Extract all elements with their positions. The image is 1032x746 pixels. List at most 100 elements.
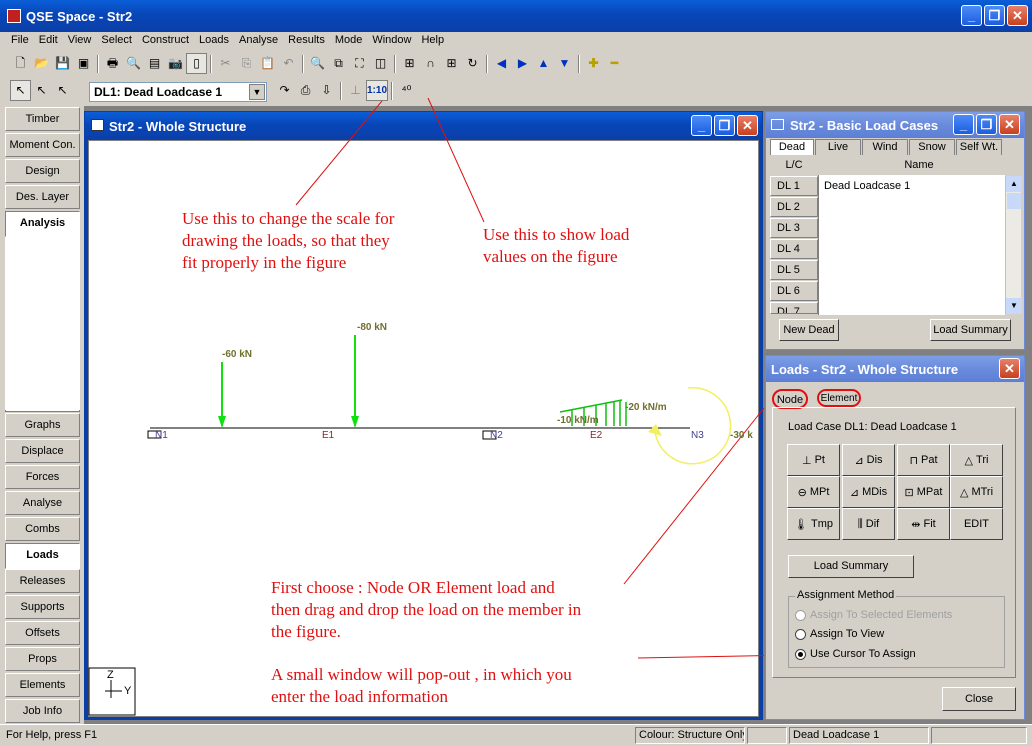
sidebar-item-job-info[interactable]: Job Info bbox=[5, 699, 80, 723]
save-as-icon[interactable]: ▣ bbox=[73, 53, 94, 74]
menu-file[interactable]: File bbox=[6, 34, 34, 46]
row-dl1[interactable]: DL 1 bbox=[770, 176, 818, 196]
differential-load-button[interactable]: ⫼ Dif bbox=[842, 508, 895, 540]
row-dl2[interactable]: DL 2 bbox=[770, 197, 818, 217]
structure-close-button[interactable]: ✕ bbox=[737, 115, 758, 136]
arrow-right-icon[interactable]: ▶ bbox=[512, 53, 533, 74]
cube-icon[interactable]: ◫ bbox=[370, 53, 391, 74]
menu-view[interactable]: View bbox=[63, 34, 97, 46]
structure-minimize-button[interactable]: _ bbox=[691, 115, 712, 136]
moment-triangular-button[interactable]: △ MTri bbox=[950, 476, 1003, 508]
zoom-in-icon[interactable]: 🔍 bbox=[307, 53, 328, 74]
load-cases-scrollbar[interactable]: ▲ ▼ bbox=[1005, 176, 1022, 314]
close-button[interactable]: ✕ bbox=[1007, 5, 1028, 26]
panel-toggle-icon[interactable]: ▯ bbox=[186, 53, 207, 74]
sidebar-item-analyse[interactable]: Analyse bbox=[5, 491, 80, 515]
sidebar-item-moment-con[interactable]: Moment Con. bbox=[5, 133, 80, 157]
sidebar-item-props[interactable]: Props bbox=[5, 647, 80, 671]
sidebar-item-analysis[interactable]: Analysis bbox=[5, 211, 80, 237]
sidebar-item-des-layer[interactable]: Des. Layer bbox=[5, 185, 80, 209]
sidebar-item-displace[interactable]: Displace bbox=[5, 439, 80, 463]
new-file-icon[interactable]: 🗋 bbox=[10, 53, 31, 74]
select-element-icon[interactable]: ↖ bbox=[31, 80, 52, 101]
model-icon[interactable]: ⛶ bbox=[349, 53, 370, 74]
menu-loads[interactable]: Loads bbox=[194, 34, 234, 46]
undo-icon[interactable]: ↶ bbox=[278, 53, 299, 74]
option-assign-to-view[interactable]: Assign To View bbox=[795, 628, 884, 640]
edit-load-button[interactable]: EDIT bbox=[950, 508, 1003, 540]
open-folder-icon[interactable]: 📂 bbox=[31, 53, 52, 74]
row-dl7[interactable]: DL 7 bbox=[770, 302, 818, 314]
paste-icon[interactable]: 📋 bbox=[257, 53, 278, 74]
row-dl4[interactable]: DL 4 bbox=[770, 239, 818, 259]
row-dl6[interactable]: DL 6 bbox=[770, 281, 818, 301]
combination-icon[interactable]: ⇩ bbox=[316, 80, 337, 101]
menu-window[interactable]: Window bbox=[367, 34, 416, 46]
row-name-dl1[interactable]: Dead Loadcase 1 bbox=[824, 180, 910, 192]
load-display-icon[interactable]: ⊥ bbox=[345, 80, 366, 101]
triangular-load-button[interactable]: △ Tri bbox=[950, 444, 1003, 476]
row-dl3[interactable]: DL 3 bbox=[770, 218, 818, 238]
menu-edit[interactable]: Edit bbox=[34, 34, 63, 46]
menu-construct[interactable]: Construct bbox=[137, 34, 194, 46]
distributed-load-button[interactable]: ⊿ Dis bbox=[842, 444, 895, 476]
load-cases-close-button[interactable]: ✕ bbox=[999, 114, 1020, 135]
cut-icon[interactable]: ✂ bbox=[215, 53, 236, 74]
arrow-up-icon[interactable]: ▲ bbox=[533, 53, 554, 74]
sidebar-item-timber[interactable]: Timber bbox=[5, 107, 80, 131]
dropdown-arrow-icon[interactable]: ▼ bbox=[249, 84, 265, 100]
new-dead-button[interactable]: New Dead bbox=[779, 319, 839, 341]
print-icon[interactable]: 🖶 bbox=[102, 53, 123, 74]
tab-wind[interactable]: Wind bbox=[862, 139, 908, 155]
tab-element[interactable]: Element bbox=[817, 389, 861, 407]
menu-select[interactable]: Select bbox=[96, 34, 137, 46]
add-icon[interactable]: ✚ bbox=[583, 53, 604, 74]
menu-analyse[interactable]: Analyse bbox=[234, 34, 283, 46]
scroll-up-icon[interactable]: ▲ bbox=[1006, 176, 1022, 192]
sidebar-item-offsets[interactable]: Offsets bbox=[5, 621, 80, 645]
load-cases-summary-button[interactable]: Load Summary bbox=[930, 319, 1011, 341]
sidebar-item-design[interactable]: Design bbox=[5, 159, 80, 183]
option-selected-elements[interactable]: Assign To Selected Elements bbox=[795, 609, 952, 621]
sidebar-item-combs[interactable]: Combs bbox=[5, 517, 80, 541]
grid-icon[interactable]: ⊞ bbox=[441, 53, 462, 74]
tab-live[interactable]: Live bbox=[815, 139, 861, 155]
refresh-icon[interactable]: ↷ bbox=[274, 80, 295, 101]
moment-point-button[interactable]: ⊖ MPt bbox=[787, 476, 840, 508]
sidebar-item-graphs[interactable]: Graphs bbox=[5, 413, 80, 437]
camera-icon[interactable]: 📷 bbox=[165, 53, 186, 74]
scale-button[interactable]: 1:10 bbox=[366, 80, 388, 101]
loadcase-select[interactable]: DL1: Dead Loadcase 1 ▼ bbox=[89, 82, 267, 102]
sidebar-item-releases[interactable]: Releases bbox=[5, 569, 80, 593]
arrow-down-icon[interactable]: ▼ bbox=[554, 53, 575, 74]
sidebar-item-loads[interactable]: Loads bbox=[5, 543, 80, 569]
loads-panel-close-button[interactable]: ✕ bbox=[999, 358, 1020, 379]
arch-icon[interactable]: ∩ bbox=[420, 53, 441, 74]
menu-mode[interactable]: Mode bbox=[330, 34, 368, 46]
fit-load-button[interactable]: ⇹ Fit bbox=[897, 508, 950, 540]
frame-icon[interactable]: ⊞ bbox=[399, 53, 420, 74]
pointer-select-icon[interactable]: ↖ bbox=[10, 80, 31, 101]
maximize-button[interactable]: ❐ bbox=[984, 5, 1005, 26]
select-node-icon[interactable]: ↖ bbox=[52, 80, 73, 101]
temperature-load-button[interactable]: 🌡 Tmp bbox=[787, 508, 840, 540]
option-use-cursor[interactable]: Use Cursor To Assign bbox=[795, 648, 916, 660]
patch-load-button[interactable]: ⊓ Pat bbox=[897, 444, 950, 476]
point-load-button[interactable]: ⊥ Pt bbox=[787, 444, 840, 476]
print-preview-icon[interactable]: 🔍 bbox=[123, 53, 144, 74]
sidebar-item-elements[interactable]: Elements bbox=[5, 673, 80, 697]
arrow-left-icon[interactable]: ◀ bbox=[491, 53, 512, 74]
tab-snow[interactable]: Snow bbox=[909, 139, 955, 155]
tab-dead[interactable]: Dead bbox=[770, 139, 814, 155]
scroll-down-icon[interactable]: ▼ bbox=[1006, 298, 1022, 314]
print-setup-icon[interactable]: ▤ bbox=[144, 53, 165, 74]
show-values-icon[interactable]: ⁴⁰ bbox=[396, 80, 417, 101]
tab-self-wt[interactable]: Self Wt. bbox=[956, 139, 1002, 155]
menu-help[interactable]: Help bbox=[416, 34, 449, 46]
loads-summary-button[interactable]: Load Summary bbox=[788, 555, 914, 578]
loads-close-button[interactable]: Close bbox=[942, 687, 1016, 711]
load-cases-maximize-button[interactable]: ❐ bbox=[976, 114, 997, 135]
moment-patch-button[interactable]: ⊡ MPat bbox=[897, 476, 950, 508]
row-dl5[interactable]: DL 5 bbox=[770, 260, 818, 280]
copy-icon[interactable]: ⎘ bbox=[236, 53, 257, 74]
